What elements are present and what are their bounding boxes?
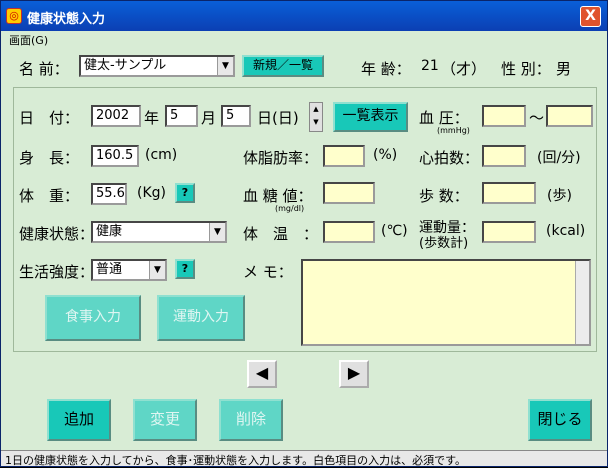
temp-unit: (℃) — [381, 223, 408, 239]
chevron-down-icon[interactable]: ▼ — [217, 57, 233, 75]
activity-help-button[interactable]: ? — [175, 259, 195, 279]
name-select[interactable]: 健太-サンプル ▼ — [79, 55, 235, 77]
window-title: 健康状態入力 — [27, 12, 106, 27]
temp-input[interactable] — [323, 221, 375, 243]
height-input[interactable]: 160.5 — [91, 145, 139, 167]
next-record-button[interactable]: ▶ — [339, 360, 369, 388]
bodyfat-input[interactable] — [323, 145, 365, 167]
spin-up-icon[interactable]: ▲ — [310, 103, 322, 116]
exercise-sublabel: (歩数計) — [419, 236, 469, 251]
change-button[interactable]: 変更 — [133, 399, 197, 441]
age-label: 年 齢： — [361, 60, 411, 78]
meal-input-button[interactable]: 食事入力 — [45, 295, 141, 341]
steps-unit: (歩) — [547, 188, 572, 204]
weight-label: 体 重： — [19, 187, 80, 205]
memo-scrollbar[interactable] — [575, 261, 589, 344]
window-close-button[interactable]: X — [580, 6, 601, 27]
health-select[interactable]: 健康 ▼ — [91, 221, 227, 243]
chevron-down-icon[interactable]: ▼ — [209, 223, 225, 241]
weight-input[interactable]: 55.6 — [91, 183, 127, 205]
date-spinner[interactable]: ▲ ▼ — [309, 102, 323, 132]
name-select-value: 健太-サンプル — [84, 58, 167, 73]
status-bar: 1日の健康状態を入力してから、食事･運動状態を入力します。白色項目の入力は、必須… — [1, 450, 607, 467]
age-value: 21 — [421, 58, 439, 74]
app-icon: ◎ — [6, 8, 22, 24]
height-label: 身 長： — [19, 149, 80, 167]
bodyfat-label: 体脂肪率： — [243, 149, 319, 167]
sex-label: 性 別： — [501, 60, 551, 78]
bloodpressure-sep: ～ — [529, 109, 545, 127]
day-unit: 日(日) — [257, 109, 299, 127]
app-window: ◎ 健康状態入力 X 画面(G) 名 前： 健太-サンプル ▼ 新規／一覧 年 … — [0, 0, 608, 467]
bloodpressure-label: 血 圧： — [419, 109, 469, 127]
list-view-button[interactable]: 一覧表示 — [333, 102, 408, 132]
heartrate-label: 心拍数： — [419, 149, 480, 167]
bloodpressure-unit: (mmHg) — [437, 126, 470, 135]
title-bar: ◎ 健康状態入力 X — [1, 1, 607, 31]
activity-label: 生活強度： — [19, 263, 95, 281]
bloodsugar-input[interactable] — [323, 182, 375, 204]
health-label: 健康状態： — [19, 225, 95, 243]
spin-down-icon[interactable]: ▼ — [310, 116, 322, 129]
activity-select[interactable]: 普通 ▼ — [91, 259, 167, 281]
heartrate-unit: (回/分) — [537, 150, 581, 166]
day-input[interactable]: 5 — [221, 105, 251, 127]
month-unit: 月 — [201, 109, 217, 127]
year-unit: 年 — [144, 109, 160, 127]
age-unit: （才） — [441, 60, 487, 78]
bloodpressure-low-input[interactable] — [546, 105, 593, 127]
bloodsugar-unit: (mg/dl) — [275, 204, 305, 213]
health-select-value: 健康 — [96, 224, 123, 239]
new-list-button[interactable]: 新規／一覧 — [242, 55, 324, 77]
exercise-input[interactable] — [482, 221, 536, 243]
bodyfat-unit: (%) — [373, 147, 398, 163]
memo-label: メ モ： — [243, 263, 293, 281]
heartrate-input[interactable] — [482, 145, 526, 167]
exercise-unit: (kcal) — [546, 223, 586, 239]
month-input[interactable]: 5 — [165, 105, 198, 127]
prev-record-button[interactable]: ◀ — [247, 360, 277, 388]
bloodsugar-label: 血 糖 値： — [243, 187, 313, 205]
weight-help-button[interactable]: ? — [175, 183, 195, 203]
steps-label: 歩 数： — [419, 187, 469, 205]
memo-textarea[interactable] — [301, 259, 591, 346]
weight-unit: (Kg) — [137, 185, 166, 201]
menu-bar: 画面(G) — [1, 31, 607, 47]
temp-label: 体 温 ： — [243, 225, 319, 243]
add-button[interactable]: 追加 — [47, 399, 111, 441]
chevron-down-icon[interactable]: ▼ — [149, 261, 165, 279]
activity-select-value: 普通 — [96, 262, 123, 277]
year-input[interactable]: 2002 — [91, 105, 141, 127]
close-button[interactable]: 閉じる — [528, 399, 592, 441]
delete-button[interactable]: 削除 — [219, 399, 283, 441]
exercise-input-button[interactable]: 運動入力 — [157, 295, 245, 341]
steps-input[interactable] — [482, 182, 536, 204]
menu-screen[interactable]: 画面(G) — [9, 32, 48, 48]
name-label: 名 前： — [19, 60, 69, 78]
bloodpressure-high-input[interactable] — [482, 105, 526, 127]
date-label: 日 付： — [19, 109, 80, 127]
height-unit: (cm) — [145, 147, 178, 163]
sex-value: 男 — [556, 60, 572, 78]
